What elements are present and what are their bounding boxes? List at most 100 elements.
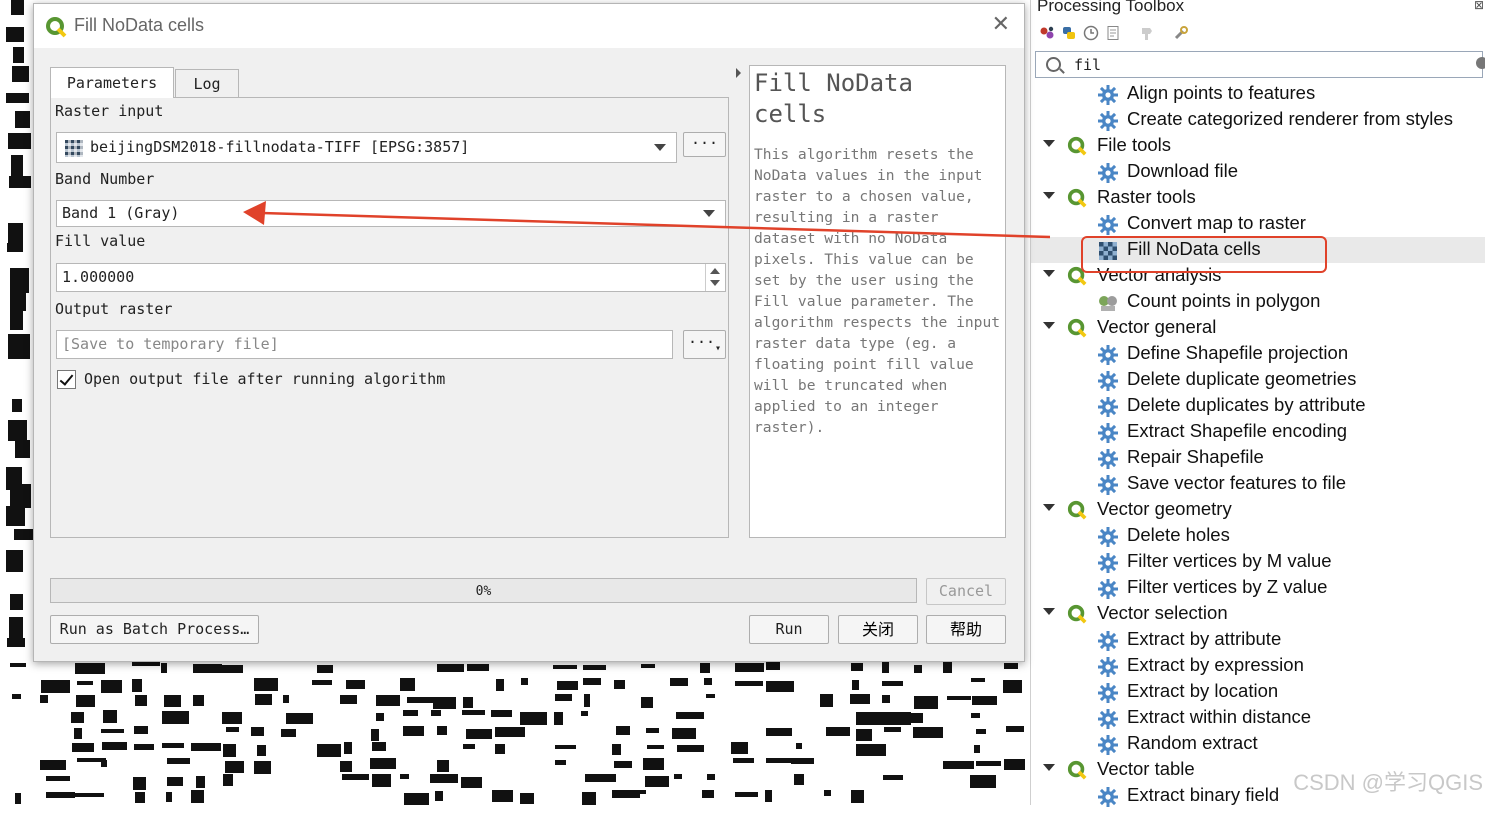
map-building: [101, 680, 122, 693]
toolbox-close-icon[interactable]: ⊠: [1474, 0, 1484, 12]
spin-buttons[interactable]: [705, 264, 725, 291]
expand-arrow-icon[interactable]: [1043, 322, 1055, 329]
tree-item-extract-by-expression[interactable]: Extract by expression: [1031, 653, 1485, 679]
map-building: [437, 726, 447, 735]
map-building: [133, 777, 146, 790]
close-icon[interactable]: ✕: [992, 12, 1010, 37]
tree-item-random-extract[interactable]: Random extract: [1031, 731, 1485, 757]
tree-item-save-vector-features-to-file[interactable]: Save vector features to file: [1031, 471, 1485, 497]
run-button[interactable]: Run: [749, 615, 829, 644]
output-raster-browse-button[interactable]: ···▾: [683, 330, 726, 359]
tree-item-extract-by-location[interactable]: Extract by location: [1031, 679, 1485, 705]
tree-item-count-points-in-polygon[interactable]: Count points in polygon: [1031, 289, 1485, 315]
expand-arrow-icon[interactable]: [1043, 192, 1055, 199]
map-building: [400, 678, 415, 691]
map-building: [1004, 663, 1018, 669]
tree-item-filter-vertices-by-z-value[interactable]: Filter vertices by Z value: [1031, 575, 1485, 601]
map-building: [10, 663, 26, 667]
map-building: [134, 726, 148, 734]
map-building: [40, 760, 66, 770]
map-building: [733, 758, 754, 763]
python-icon[interactable]: [1061, 25, 1077, 41]
dialog-titlebar[interactable]: Fill NoData cells ✕: [34, 4, 1024, 48]
processing-toolbox-panel: Processing Toolbox ⊠ fil Align points to…: [1030, 0, 1485, 807]
expand-arrow-icon[interactable]: [1043, 504, 1055, 511]
tree-group-vector-geometry[interactable]: Vector geometry: [1031, 497, 1485, 523]
tree-label: Extract by expression: [1127, 654, 1304, 675]
spin-up-icon[interactable]: [710, 268, 720, 274]
open-output-label: Open output file after running algorithm: [84, 370, 446, 388]
map-building: [435, 791, 443, 801]
tab-parameters[interactable]: Parameters: [50, 67, 174, 98]
map-building: [6, 93, 29, 103]
help-title: Fill NoData cells: [754, 69, 913, 128]
options-wrench-icon[interactable]: [1173, 25, 1189, 41]
tree-group-vector-selection[interactable]: Vector selection: [1031, 601, 1485, 627]
tree-item-convert-map-to-raster[interactable]: Convert map to raster: [1031, 211, 1485, 237]
tree-group-vector-general[interactable]: Vector general: [1031, 315, 1485, 341]
tree-label: File tools: [1097, 134, 1172, 155]
output-raster-field[interactable]: [Save to temporary file]: [56, 330, 673, 359]
tree-label: Create categorized renderer from styles: [1127, 108, 1453, 129]
edit-features-icon[interactable]: [1139, 25, 1155, 41]
map-building: [251, 727, 264, 736]
tab-log[interactable]: Log: [175, 69, 239, 98]
map-building: [646, 728, 659, 733]
results-icon[interactable]: [1105, 25, 1121, 41]
map-building: [766, 662, 780, 670]
map-building: [1004, 759, 1025, 770]
help-button[interactable]: 帮助: [926, 615, 1006, 644]
tree-item-create-categorized-renderer-from-styles[interactable]: Create categorized renderer from styles: [1031, 107, 1485, 133]
spin-down-icon[interactable]: [710, 280, 720, 286]
clear-search-icon[interactable]: [1476, 57, 1485, 69]
map-building: [40, 695, 48, 703]
map-building: [340, 761, 352, 772]
raster-input-browse-button[interactable]: ···: [683, 132, 726, 157]
tree-group-file-tools[interactable]: File tools: [1031, 133, 1485, 159]
fill-value-spinbox[interactable]: 1.000000: [56, 263, 726, 292]
collapse-help-icon[interactable]: [736, 68, 741, 78]
tree-item-align-points-to-features[interactable]: Align points to features: [1031, 81, 1485, 107]
tree-item-repair-shapefile[interactable]: Repair Shapefile: [1031, 445, 1485, 471]
gear-icon: [1097, 448, 1119, 470]
tree-item-delete-duplicates-by-attribute[interactable]: Delete duplicates by attribute: [1031, 393, 1485, 419]
raster-input-combo[interactable]: beijingDSM2018-fillnodata-TIFF [EPSG:385…: [56, 132, 677, 163]
tree-item-download-file[interactable]: Download file: [1031, 159, 1485, 185]
dropdown-caret-icon: ▾: [715, 343, 722, 354]
output-raster-placeholder: [Save to temporary file]: [62, 335, 279, 353]
tree-item-extract-within-distance[interactable]: Extract within distance: [1031, 705, 1485, 731]
qgis-provider-icon: [1067, 188, 1087, 208]
tree-item-filter-vertices-by-m-value[interactable]: Filter vertices by M value: [1031, 549, 1485, 575]
expand-arrow-icon[interactable]: [1043, 764, 1055, 771]
map-building: [134, 744, 154, 750]
tree-label: Extract binary field: [1127, 784, 1280, 805]
expand-arrow-icon[interactable]: [1043, 270, 1055, 277]
band-number-label: Band Number: [55, 170, 155, 188]
tree-item-extract-shapefile-encoding[interactable]: Extract Shapefile encoding: [1031, 419, 1485, 445]
search-value: fil: [1074, 56, 1102, 74]
tree-item-define-shapefile-projection[interactable]: Define Shapefile projection: [1031, 341, 1485, 367]
toolbox-search-input[interactable]: fil: [1035, 51, 1485, 78]
run-as-batch-button[interactable]: Run as Batch Process…: [50, 615, 259, 644]
cancel-button[interactable]: Cancel: [926, 578, 1006, 605]
expand-arrow-icon[interactable]: [1043, 608, 1055, 615]
map-building: [581, 711, 588, 716]
tree-group-raster-tools[interactable]: Raster tools: [1031, 185, 1485, 211]
expand-arrow-icon[interactable]: [1043, 140, 1055, 147]
map-building: [437, 664, 464, 672]
open-output-checkbox[interactable]: [57, 370, 76, 389]
map-building: [882, 681, 903, 686]
models-icon[interactable]: [1039, 25, 1055, 41]
band-number-combo[interactable]: Band 1 (Gray): [56, 200, 726, 227]
map-building: [223, 774, 233, 786]
tree-item-delete-duplicate-geometries[interactable]: Delete duplicate geometries: [1031, 367, 1485, 393]
history-icon[interactable]: [1083, 25, 1099, 41]
close-button[interactable]: 关闭: [838, 615, 918, 644]
map-building: [641, 664, 655, 668]
tree-item-delete-holes[interactable]: Delete holes: [1031, 523, 1485, 549]
tree-item-extract-by-attribute[interactable]: Extract by attribute: [1031, 627, 1485, 653]
map-building: [101, 729, 124, 733]
map-building: [791, 758, 814, 764]
tree-label: Random extract: [1127, 732, 1258, 753]
map-building: [582, 792, 596, 805]
